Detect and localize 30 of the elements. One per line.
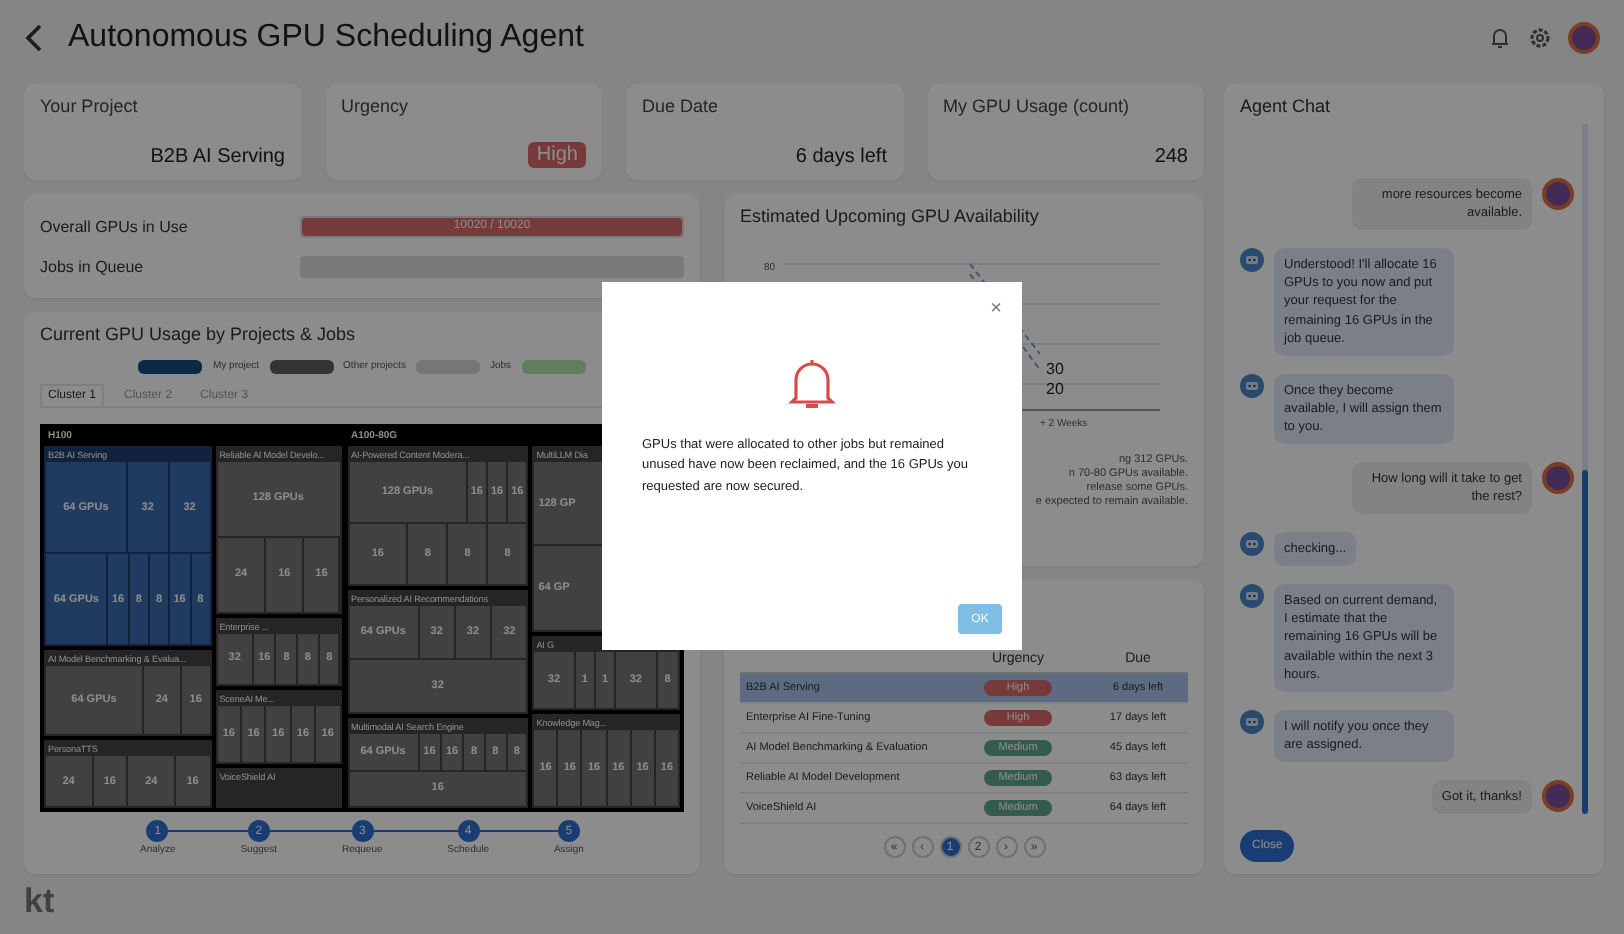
robot-icon	[1240, 373, 1264, 398]
card-title: Current GPU Usage by Projects & Jobs	[40, 324, 358, 344]
card-title: Agent Chat	[1240, 96, 1333, 116]
page-title: Autonomous GPU Scheduling Agent	[68, 20, 586, 56]
settings-icon[interactable]	[1528, 26, 1552, 50]
user-avatar[interactable]	[1568, 22, 1600, 54]
close-button[interactable]: ×	[990, 298, 1002, 320]
stat-label: Due Date	[642, 96, 721, 116]
bar-label: Jobs in Queue	[40, 257, 146, 275]
stat-label: Urgency	[341, 96, 411, 116]
logo: kt	[24, 882, 55, 922]
urgency-badge: High	[528, 142, 586, 168]
user-avatar	[1542, 178, 1574, 211]
bell-icon[interactable]	[1488, 26, 1512, 50]
user-avatar	[1542, 779, 1574, 812]
stat-value: B2B AI Serving	[150, 146, 285, 168]
stat-label: My GPU Usage (count)	[943, 96, 1132, 116]
robot-icon	[1240, 709, 1264, 734]
card-title: Estimated Upcoming GPU Availability	[740, 206, 1041, 226]
robot-icon	[1240, 248, 1264, 273]
robot-icon	[1240, 532, 1264, 557]
stat-value: 248	[1154, 146, 1188, 168]
stat-label: Your Project	[40, 96, 140, 116]
back-icon[interactable]	[24, 24, 44, 52]
stat-value: 6 days left	[795, 146, 887, 168]
bar-label: Overall GPUs in Use	[40, 217, 190, 235]
bell-icon	[788, 356, 836, 412]
user-avatar	[1542, 461, 1574, 494]
scrollbar[interactable]	[1582, 124, 1588, 814]
robot-icon	[1240, 584, 1264, 609]
